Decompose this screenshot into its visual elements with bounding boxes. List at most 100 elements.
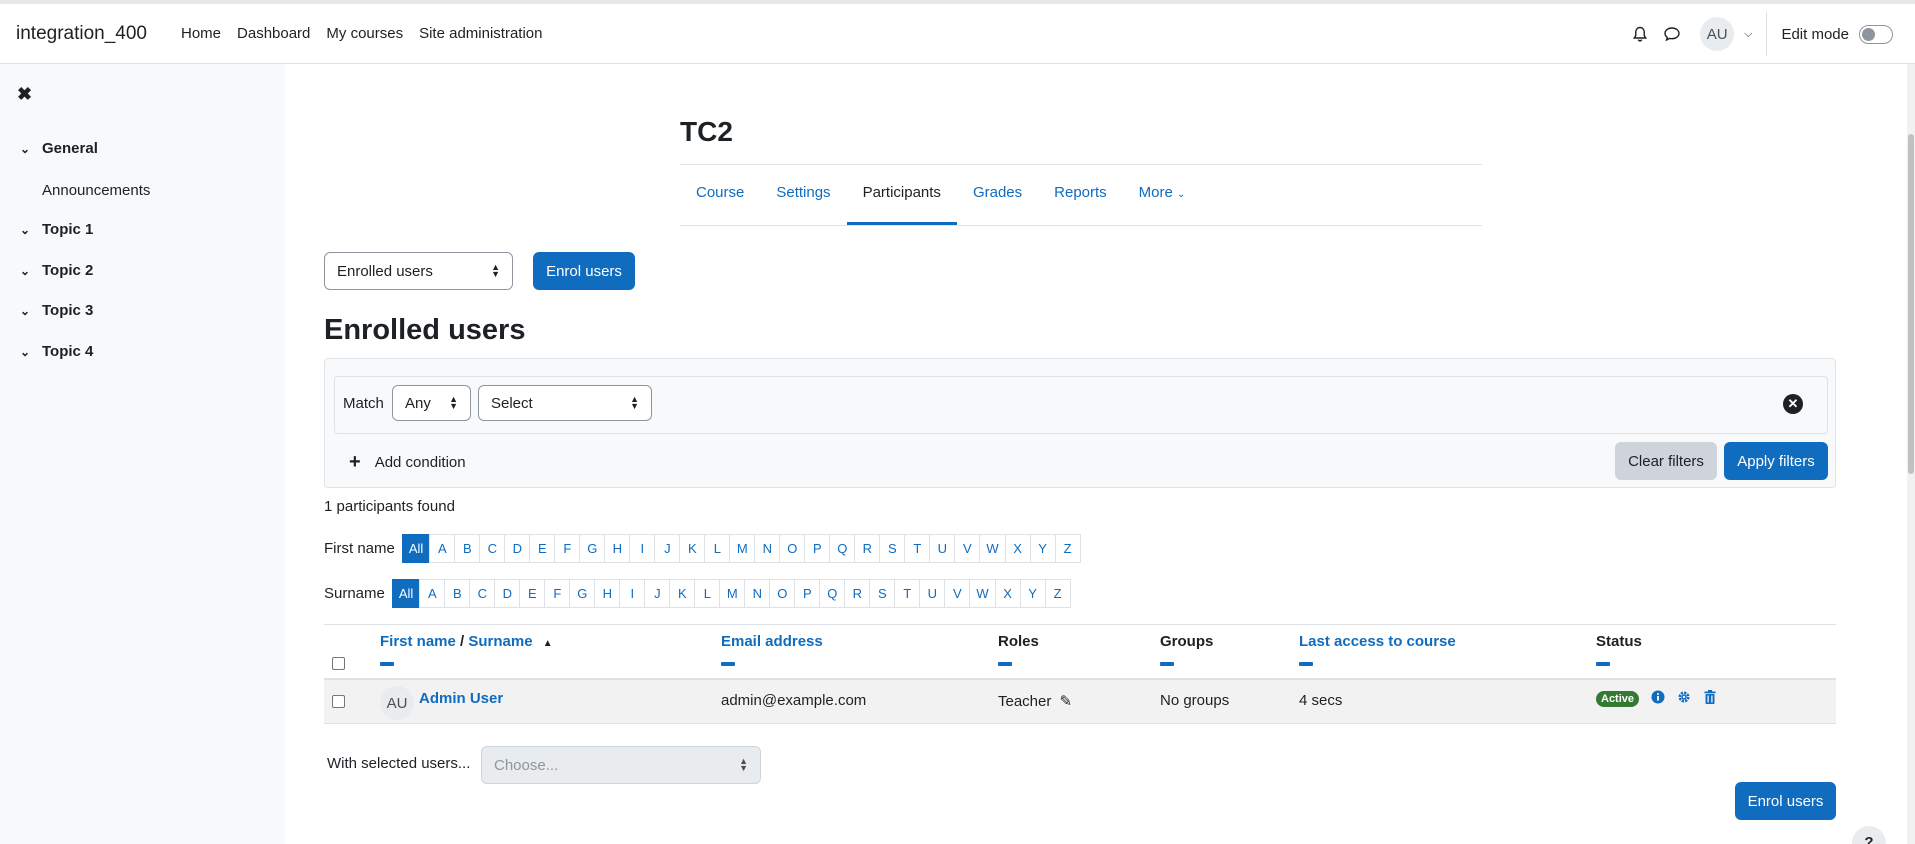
surname-letter-u[interactable]: U — [919, 579, 946, 608]
hide-column-icon[interactable] — [1596, 662, 1610, 666]
chevron-down-icon[interactable]: ⌄ — [20, 264, 42, 278]
surname-letter-j[interactable]: J — [644, 579, 671, 608]
firstname-letter-g[interactable]: G — [579, 534, 606, 563]
firstname-letter-d[interactable]: D — [504, 534, 531, 563]
firstname-letter-m[interactable]: M — [729, 534, 756, 563]
clear-filters-button[interactable]: Clear filters — [1615, 442, 1717, 480]
firstname-letter-o[interactable]: O — [779, 534, 806, 563]
surname-letter-all[interactable]: All — [391, 579, 421, 608]
surname-letter-o[interactable]: O — [769, 579, 796, 608]
messages-icon[interactable] — [1656, 18, 1688, 50]
firstname-letter-e[interactable]: E — [529, 534, 556, 563]
tab-more[interactable]: More ⌄ — [1123, 165, 1202, 225]
surname-letter-b[interactable]: B — [444, 579, 471, 608]
surname-letter-z[interactable]: Z — [1044, 579, 1071, 608]
tab-grades[interactable]: Grades — [957, 165, 1038, 225]
chevron-down-icon[interactable]: ⌄ — [20, 142, 42, 156]
drawer-section-topic-2[interactable]: ⌄ Topic 2 — [20, 262, 93, 279]
edit-mode-toggle[interactable] — [1859, 24, 1893, 44]
user-avatar[interactable]: AU — [1700, 17, 1735, 51]
surname-letter-i[interactable]: I — [619, 579, 646, 608]
firstname-letter-h[interactable]: H — [604, 534, 631, 563]
gear-icon[interactable] — [1677, 690, 1691, 708]
sort-last-access-link[interactable]: Last access to course — [1299, 633, 1456, 650]
firstname-letter-b[interactable]: B — [454, 534, 481, 563]
match-select[interactable]: Any ▲ ▼ — [392, 385, 471, 421]
tab-participants[interactable]: Participants — [846, 165, 957, 225]
nav-home[interactable]: Home — [181, 25, 221, 42]
surname-letter-l[interactable]: L — [694, 579, 721, 608]
firstname-letter-s[interactable]: S — [879, 534, 906, 563]
drawer-item-announcements[interactable]: Announcements — [42, 182, 150, 199]
surname-letter-e[interactable]: E — [519, 579, 546, 608]
info-icon[interactable] — [1651, 690, 1665, 708]
trash-icon[interactable] — [1704, 690, 1716, 708]
pencil-icon[interactable]: ✎ — [1060, 693, 1073, 710]
firstname-letter-y[interactable]: Y — [1029, 534, 1056, 563]
firstname-letter-v[interactable]: V — [954, 534, 981, 563]
firstname-letter-k[interactable]: K — [679, 534, 706, 563]
surname-letter-d[interactable]: D — [494, 579, 521, 608]
surname-letter-c[interactable]: C — [469, 579, 496, 608]
drawer-section-topic-4[interactable]: ⌄ Topic 4 — [20, 343, 93, 360]
hide-column-icon[interactable] — [380, 662, 394, 666]
surname-letter-s[interactable]: S — [869, 579, 896, 608]
sort-surname-link[interactable]: Surname — [468, 633, 532, 650]
firstname-letter-p[interactable]: P — [804, 534, 831, 563]
firstname-letter-all[interactable]: All — [401, 534, 431, 563]
surname-letter-a[interactable]: A — [419, 579, 446, 608]
site-name[interactable]: integration_400 — [16, 23, 147, 45]
enrol-users-bottom-button[interactable]: Enrol users — [1735, 782, 1836, 820]
bell-icon[interactable] — [1624, 18, 1656, 50]
surname-letter-w[interactable]: W — [969, 579, 996, 608]
enrol-users-button[interactable]: Enrol users — [533, 252, 635, 290]
sort-first-name-link[interactable]: First name — [380, 633, 456, 650]
chevron-down-icon[interactable]: ⌄ — [20, 223, 42, 237]
firstname-letter-x[interactable]: X — [1004, 534, 1031, 563]
surname-letter-r[interactable]: R — [844, 579, 871, 608]
firstname-letter-w[interactable]: W — [979, 534, 1006, 563]
tab-settings[interactable]: Settings — [760, 165, 846, 225]
scrollbar-thumb[interactable] — [1908, 134, 1914, 474]
surname-letter-h[interactable]: H — [594, 579, 621, 608]
nav-site-administration[interactable]: Site administration — [419, 25, 542, 42]
drawer-section-topic-1[interactable]: ⌄ Topic 1 — [20, 221, 93, 238]
firstname-letter-f[interactable]: F — [554, 534, 581, 563]
tab-course[interactable]: Course — [680, 165, 760, 225]
surname-letter-t[interactable]: T — [894, 579, 921, 608]
firstname-letter-t[interactable]: T — [904, 534, 931, 563]
firstname-letter-i[interactable]: I — [629, 534, 656, 563]
firstname-letter-z[interactable]: Z — [1054, 534, 1081, 563]
nav-dashboard[interactable]: Dashboard — [237, 25, 310, 42]
apply-filters-button[interactable]: Apply filters — [1724, 442, 1828, 480]
tab-reports[interactable]: Reports — [1038, 165, 1123, 225]
chevron-down-icon[interactable]: ⌄ — [20, 345, 42, 359]
surname-letter-p[interactable]: P — [794, 579, 821, 608]
bulk-action-select[interactable]: Choose... ▲ ▼ — [481, 746, 761, 784]
surname-letter-x[interactable]: X — [994, 579, 1021, 608]
select-all-checkbox[interactable] — [332, 657, 345, 670]
firstname-letter-q[interactable]: Q — [829, 534, 856, 563]
filter-type-select[interactable]: Select ▲ ▼ — [478, 385, 652, 421]
surname-letter-n[interactable]: N — [744, 579, 771, 608]
page-scrollbar[interactable] — [1907, 64, 1915, 844]
firstname-letter-a[interactable]: A — [429, 534, 456, 563]
hide-column-icon[interactable] — [998, 662, 1012, 666]
firstname-letter-c[interactable]: C — [479, 534, 506, 563]
drawer-section-general[interactable]: ⌄ General — [20, 140, 98, 157]
drawer-section-topic-3[interactable]: ⌄ Topic 3 — [20, 302, 93, 319]
participants-view-select[interactable]: Enrolled users ▲ ▼ — [324, 252, 513, 290]
row-select-checkbox[interactable] — [332, 695, 345, 708]
hide-column-icon[interactable] — [1160, 662, 1174, 666]
chevron-down-icon[interactable]: ⌄ — [20, 304, 42, 318]
firstname-letter-r[interactable]: R — [854, 534, 881, 563]
add-condition-button[interactable]: + Add condition — [349, 451, 466, 474]
firstname-letter-n[interactable]: N — [754, 534, 781, 563]
firstname-letter-j[interactable]: J — [654, 534, 681, 563]
surname-letter-g[interactable]: G — [569, 579, 596, 608]
nav-my-courses[interactable]: My courses — [326, 25, 403, 42]
user-name-link[interactable]: Admin User — [419, 690, 503, 707]
firstname-letter-l[interactable]: L — [704, 534, 731, 563]
hide-column-icon[interactable] — [1299, 662, 1313, 666]
surname-letter-q[interactable]: Q — [819, 579, 846, 608]
